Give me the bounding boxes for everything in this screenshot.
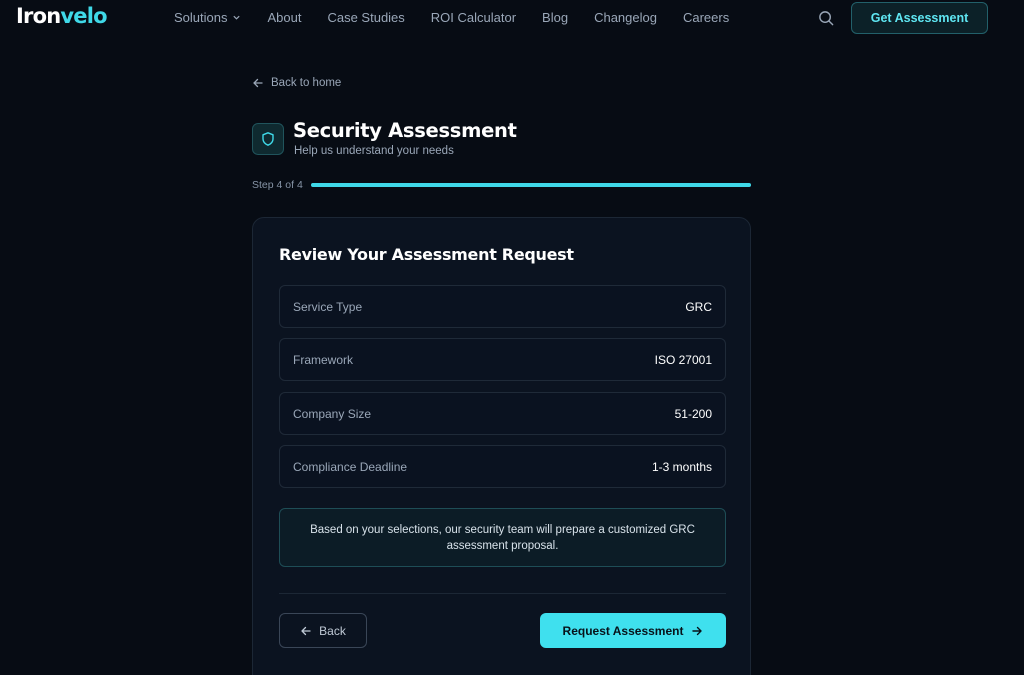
nav-item-label: Case Studies <box>327 10 405 25</box>
progress-bar <box>311 183 751 187</box>
request-assessment-button[interactable]: Request Assessment <box>540 613 726 648</box>
back-button-label: Back <box>319 623 346 638</box>
nav-item-label: About <box>267 10 302 25</box>
summary-row-framework: Framework ISO 27001 <box>279 338 726 381</box>
nav-item-label: Solutions <box>174 10 228 25</box>
nav-item-blog[interactable]: Blog <box>542 10 568 25</box>
page-title: Security Assessment <box>293 119 517 142</box>
back-to-home-label: Back to home <box>271 77 342 89</box>
summary-value: ISO 27001 <box>654 352 712 367</box>
back-to-home-link[interactable]: Back to home <box>252 77 341 89</box>
summary-value: GRC <box>685 299 712 314</box>
summary-value: 1-3 months <box>651 459 712 474</box>
summary-row-compliance-deadline: Compliance Deadline 1-3 months <box>279 445 726 488</box>
nav-item-case-studies[interactable]: Case Studies <box>327 10 404 25</box>
top-nav: Ironvelo Solutions About Case Studies RO… <box>0 0 1024 36</box>
arrow-left-icon <box>253 78 263 88</box>
progress-bar-fill <box>311 183 751 187</box>
summary-row-service-type: Service Type GRC <box>279 285 726 328</box>
arrow-right-icon <box>692 626 703 635</box>
nav-links: Solutions About Case Studies ROI Calcula… <box>174 10 729 25</box>
search-icon[interactable] <box>818 10 835 27</box>
page-subtitle: Help us understand your needs <box>294 145 454 157</box>
nav-item-label: Changelog <box>594 10 657 25</box>
nav-item-label: Blog <box>542 10 569 25</box>
summary-label: Compliance Deadline <box>293 459 408 474</box>
back-button[interactable]: Back <box>279 613 367 648</box>
get-assessment-button[interactable]: Get Assessment <box>851 2 988 34</box>
summary-row-company-size: Company Size 51-200 <box>279 392 726 435</box>
nav-item-solutions[interactable]: Solutions <box>174 10 241 25</box>
nav-item-about[interactable]: About <box>267 10 301 25</box>
summary-label: Framework <box>293 352 354 367</box>
brand-name-part1: Iron <box>16 4 61 28</box>
arrow-left-icon <box>301 626 311 635</box>
nav-item-label: Careers <box>682 10 730 25</box>
shield-icon-container <box>252 123 284 155</box>
review-card: Review Your Assessment Request Service T… <box>252 217 751 675</box>
chevron-down-icon <box>233 15 241 20</box>
request-assessment-label: Request Assessment <box>562 623 684 638</box>
nav-item-label: ROI Calculator <box>430 10 517 25</box>
brand-name-part2: velo <box>60 4 107 28</box>
summary-label: Company Size <box>293 406 372 421</box>
step-indicator: Step 4 of 4 <box>252 179 303 191</box>
brand-logo[interactable]: Ironvelo <box>16 4 108 28</box>
nav-item-careers[interactable]: Careers <box>683 10 729 25</box>
summary-label: Service Type <box>293 299 363 314</box>
info-note: Based on your selections, our security t… <box>279 508 726 567</box>
nav-item-roi-calculator[interactable]: ROI Calculator <box>431 10 516 25</box>
summary-value: 51-200 <box>674 406 712 421</box>
shield-icon <box>262 132 274 146</box>
divider <box>279 593 726 594</box>
review-title: Review Your Assessment Request <box>279 245 574 264</box>
nav-item-changelog[interactable]: Changelog <box>594 10 657 25</box>
